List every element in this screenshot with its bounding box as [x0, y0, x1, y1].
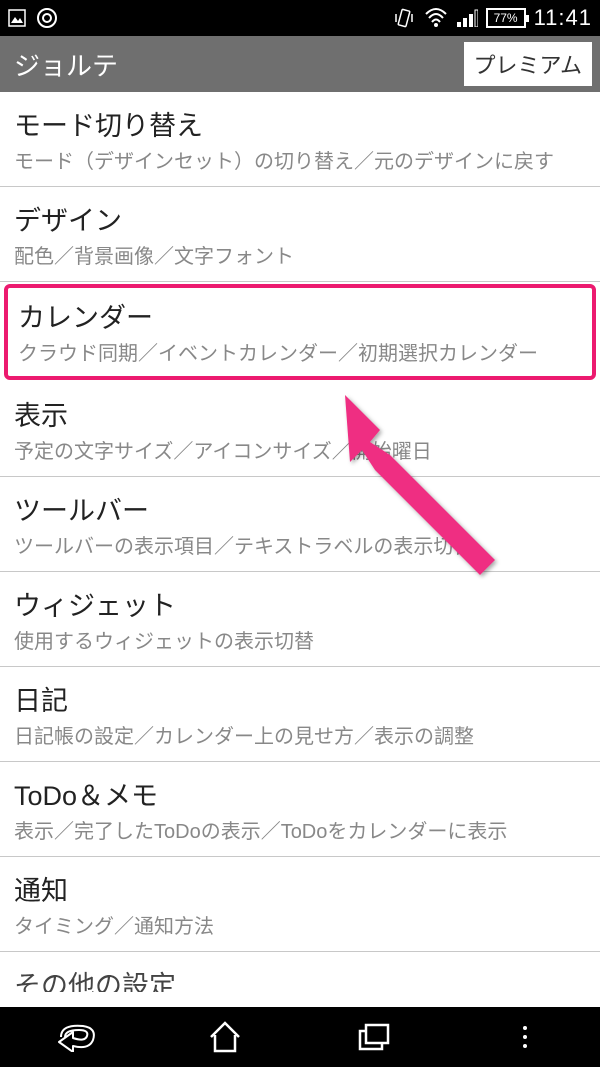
navigation-bar: [0, 1007, 600, 1067]
setting-title: ツールバー: [14, 489, 586, 528]
image-icon: [8, 9, 26, 27]
status-bar: 77% 11:41: [0, 0, 600, 36]
setting-title: 日記: [14, 679, 586, 718]
setting-description: ツールバーの表示項目／テキストラベルの表示切替: [14, 534, 586, 561]
setting-item[interactable]: デザイン配色／背景画像／文字フォント: [0, 187, 600, 282]
setting-description: クラウド同期／イベントカレンダー／初期選択カレンダー: [18, 341, 582, 368]
setting-title: ウィジェット: [14, 584, 586, 623]
setting-item[interactable]: ウィジェット使用するウィジェットの表示切替: [0, 572, 600, 667]
premium-button[interactable]: プレミアム: [464, 42, 592, 86]
setting-title: カレンダー: [18, 296, 582, 335]
setting-description: モード（デザインセット）の切り替え／元のデザインに戻す: [14, 149, 586, 176]
setting-title: モード切り替え: [14, 104, 586, 143]
app-circle-icon: [36, 7, 58, 29]
signal-icon: [456, 9, 478, 27]
battery-icon: 77%: [486, 8, 526, 28]
setting-title: 通知: [14, 869, 586, 908]
setting-item[interactable]: 日記日記帳の設定／カレンダー上の見せ方／表示の調整: [0, 667, 600, 762]
settings-list: モード切り替えモード（デザインセット）の切り替え／元のデザインに戻すデザイン配色…: [0, 92, 600, 992]
setting-title: デザイン: [14, 199, 586, 238]
setting-description: 表示／完了したToDoの表示／ToDoをカレンダーに表示: [14, 819, 586, 846]
setting-item[interactable]: その他の設定: [0, 952, 600, 992]
setting-description: 配色／背景画像／文字フォント: [14, 244, 586, 271]
setting-item[interactable]: モード切り替えモード（デザインセット）の切り替え／元のデザインに戻す: [0, 92, 600, 187]
wifi-icon: [424, 8, 448, 28]
setting-item[interactable]: カレンダークラウド同期／イベントカレンダー／初期選択カレンダー: [4, 284, 596, 380]
setting-description: タイミング／通知方法: [14, 914, 586, 941]
setting-description: 使用するウィジェットの表示切替: [14, 629, 586, 656]
setting-title: その他の設定: [14, 964, 586, 992]
vibrate-icon: [392, 6, 416, 30]
app-title: ジョルテ: [14, 46, 118, 83]
setting-description: 予定の文字サイズ／アイコンサイズ／開始曜日: [14, 439, 586, 466]
app-header: ジョルテ プレミアム: [0, 36, 600, 92]
setting-item[interactable]: 通知タイミング／通知方法: [0, 857, 600, 952]
setting-item[interactable]: 表示予定の文字サイズ／アイコンサイズ／開始曜日: [0, 382, 600, 477]
menu-button[interactable]: [485, 1012, 565, 1062]
back-button[interactable]: [35, 1012, 115, 1062]
battery-percent: 77%: [494, 11, 518, 25]
recent-apps-button[interactable]: [335, 1012, 415, 1062]
setting-item[interactable]: ToDo＆メモ表示／完了したToDoの表示／ToDoをカレンダーに表示: [0, 762, 600, 857]
setting-description: 日記帳の設定／カレンダー上の見せ方／表示の調整: [14, 724, 586, 751]
status-clock: 11:41: [534, 5, 592, 31]
home-button[interactable]: [185, 1012, 265, 1062]
setting-title: ToDo＆メモ: [14, 774, 586, 813]
setting-title: 表示: [14, 394, 586, 433]
setting-item[interactable]: ツールバーツールバーの表示項目／テキストラベルの表示切替: [0, 477, 600, 572]
